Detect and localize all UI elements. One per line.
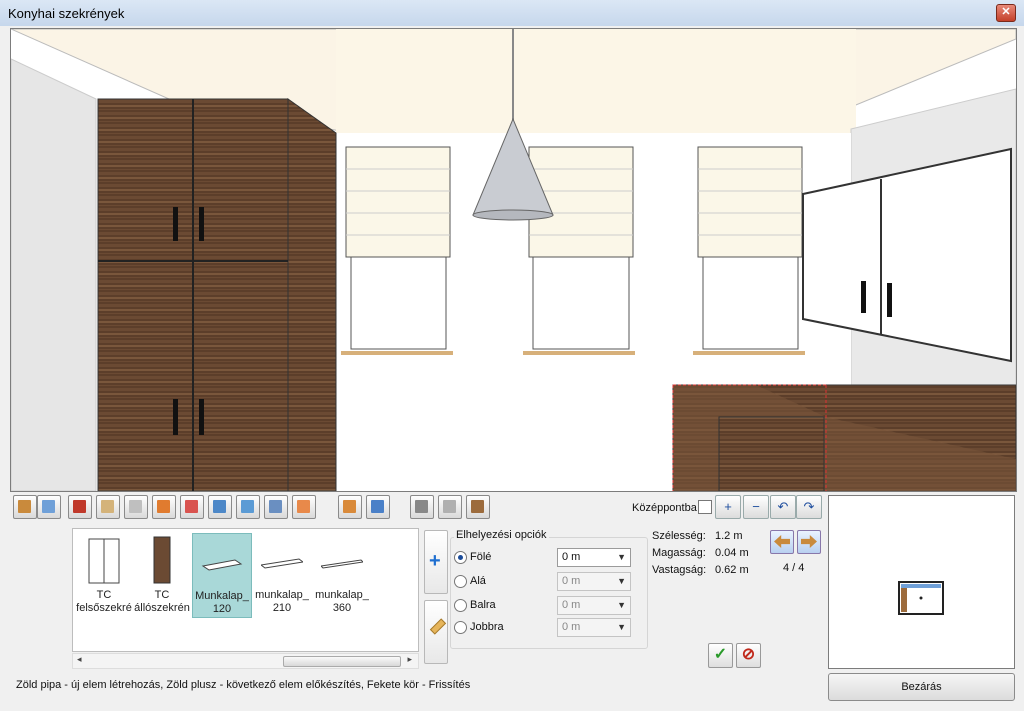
worktop-360-thumb (321, 559, 363, 569)
undo-button[interactable]: ↶ (770, 495, 796, 519)
scroll-right-icon[interactable]: ▸ (407, 654, 412, 665)
wall-tile-icon[interactable] (264, 495, 288, 519)
texture-icon[interactable] (338, 495, 362, 519)
status-hint: Zöld pipa - új elem létrehozás, Zöld plu… (16, 679, 471, 691)
paint-icon[interactable] (292, 495, 316, 519)
scroll-left-icon[interactable]: ◂ (77, 654, 82, 665)
gallery-item-label: TC felsőszekré (76, 589, 132, 614)
radio-below[interactable] (454, 575, 467, 588)
worktop-210-thumb (261, 558, 303, 569)
next-element-button[interactable] (797, 530, 821, 554)
gallery-item-selected[interactable]: Munkalap_ 120 (192, 533, 252, 618)
center-label: Középpontba (632, 502, 697, 514)
radio-label: Balra (470, 599, 496, 611)
center-checkbox[interactable] (698, 500, 712, 514)
window-close-button[interactable]: ✕ (996, 4, 1016, 22)
select-value: 0 m (562, 599, 581, 611)
offset-select-right: 0 m ▼ (557, 618, 631, 637)
element-gallery: TC felsőszekré TC állószekrén Munkalap_ … (72, 528, 419, 652)
height-value: 0.04 m (715, 547, 749, 559)
floor-lamp-icon[interactable] (180, 495, 204, 519)
window-title: Konyhai szekrények (8, 6, 125, 21)
toolbar: Középpontba + − ↶ ↷ (10, 493, 825, 523)
select-value: 0 m (562, 621, 581, 633)
gallery-item[interactable]: TC állószekrén (133, 533, 191, 616)
gallery-item[interactable]: TC felsőszekré (75, 533, 133, 616)
window-icon[interactable] (37, 495, 61, 519)
tall-cabinet-thumb (153, 536, 171, 584)
cabinet-icon[interactable] (96, 495, 120, 519)
edit-button[interactable] (424, 600, 448, 664)
height-label: Magasság: (652, 547, 706, 559)
chevron-down-icon: ▼ (617, 622, 626, 632)
radio-above[interactable] (454, 551, 467, 564)
offset-select-left: 0 m ▼ (557, 596, 631, 615)
placement-row-above: Fölé 0 m ▼ (454, 548, 644, 568)
wall-cabinet-thumb (88, 538, 120, 584)
close-button[interactable]: Bezárás (828, 673, 1015, 701)
arrow-right-icon (801, 535, 817, 548)
floorplan-preview[interactable] (828, 495, 1015, 669)
thickness-value: 0.62 m (715, 564, 749, 576)
placement-options: Elhelyezési opciók Fölé 0 m ▼ Alá 0 m ▼ Ba… (448, 528, 648, 649)
faucet-icon[interactable] (438, 495, 462, 519)
placement-row-right: Jobbra 0 m ▼ (454, 618, 644, 638)
gallery-item[interactable]: munkalap_ 360 (313, 533, 371, 616)
placement-legend: Elhelyezési opciók (454, 529, 549, 541)
bathtub-icon[interactable] (124, 495, 148, 519)
kitchen-3d-scene (11, 29, 1016, 491)
prev-element-button[interactable] (770, 530, 794, 554)
3d-viewport[interactable] (10, 28, 1017, 492)
offset-select-above[interactable]: 0 m ▼ (557, 548, 631, 567)
frame-icon[interactable] (68, 495, 92, 519)
chevron-down-icon: ▼ (617, 552, 626, 562)
lamp-icon[interactable] (152, 495, 176, 519)
scrollbar-thumb[interactable] (283, 656, 401, 667)
floorplan-thumbnail (898, 581, 944, 615)
gallery-item[interactable]: munkalap_ 210 (253, 533, 311, 616)
refresh-button[interactable]: ⊘ (736, 643, 761, 668)
gallery-item-label: munkalap_ 360 (315, 589, 369, 614)
offset-select-below: 0 m ▼ (557, 572, 631, 591)
chevron-down-icon: ▼ (617, 600, 626, 610)
placement-row-below: Alá 0 m ▼ (454, 572, 644, 592)
zoom-out-button[interactable]: − (743, 495, 769, 519)
gallery-item-label: TC állószekrén (134, 589, 190, 614)
zoom-in-button[interactable]: + (715, 495, 741, 519)
add-next-element-button[interactable]: + (424, 530, 448, 594)
select-value: 0 m (562, 575, 581, 587)
pager-text: 4 / 4 (783, 562, 805, 574)
radio-label: Alá (470, 575, 486, 587)
worktop-120-thumb (201, 559, 243, 571)
title-bar: Konyhai szekrények ✕ (0, 0, 1024, 27)
radio-right[interactable] (454, 621, 467, 634)
select-value: 0 m (562, 551, 581, 563)
arrow-left-icon (774, 535, 790, 548)
door-icon[interactable] (13, 495, 37, 519)
sink-icon[interactable] (410, 495, 434, 519)
wardrobe-icon[interactable] (466, 495, 490, 519)
radio-left[interactable] (454, 599, 467, 612)
redo-button[interactable]: ↷ (796, 495, 822, 519)
width-value: 1.2 m (715, 530, 743, 542)
thickness-label: Vastagság: (652, 564, 707, 576)
gallery-item-label: Munkalap_ 120 (195, 590, 249, 615)
create-element-button[interactable]: ✓ (708, 643, 733, 668)
chevron-down-icon: ▼ (617, 576, 626, 586)
gallery-scrollbar[interactable]: ◂ ▸ (72, 653, 419, 669)
gallery-item-label: munkalap_ 210 (255, 589, 309, 614)
pencil-icon (429, 618, 447, 635)
floor-tile-icon[interactable] (236, 495, 260, 519)
width-label: Szélesség: (652, 530, 706, 542)
radio-label: Fölé (470, 551, 492, 563)
placement-row-left: Balra 0 m ▼ (454, 596, 644, 616)
plus-icon: + (429, 550, 441, 572)
picture-icon[interactable] (208, 495, 232, 519)
radio-label: Jobbra (470, 621, 504, 633)
texture-blue-icon[interactable] (366, 495, 390, 519)
